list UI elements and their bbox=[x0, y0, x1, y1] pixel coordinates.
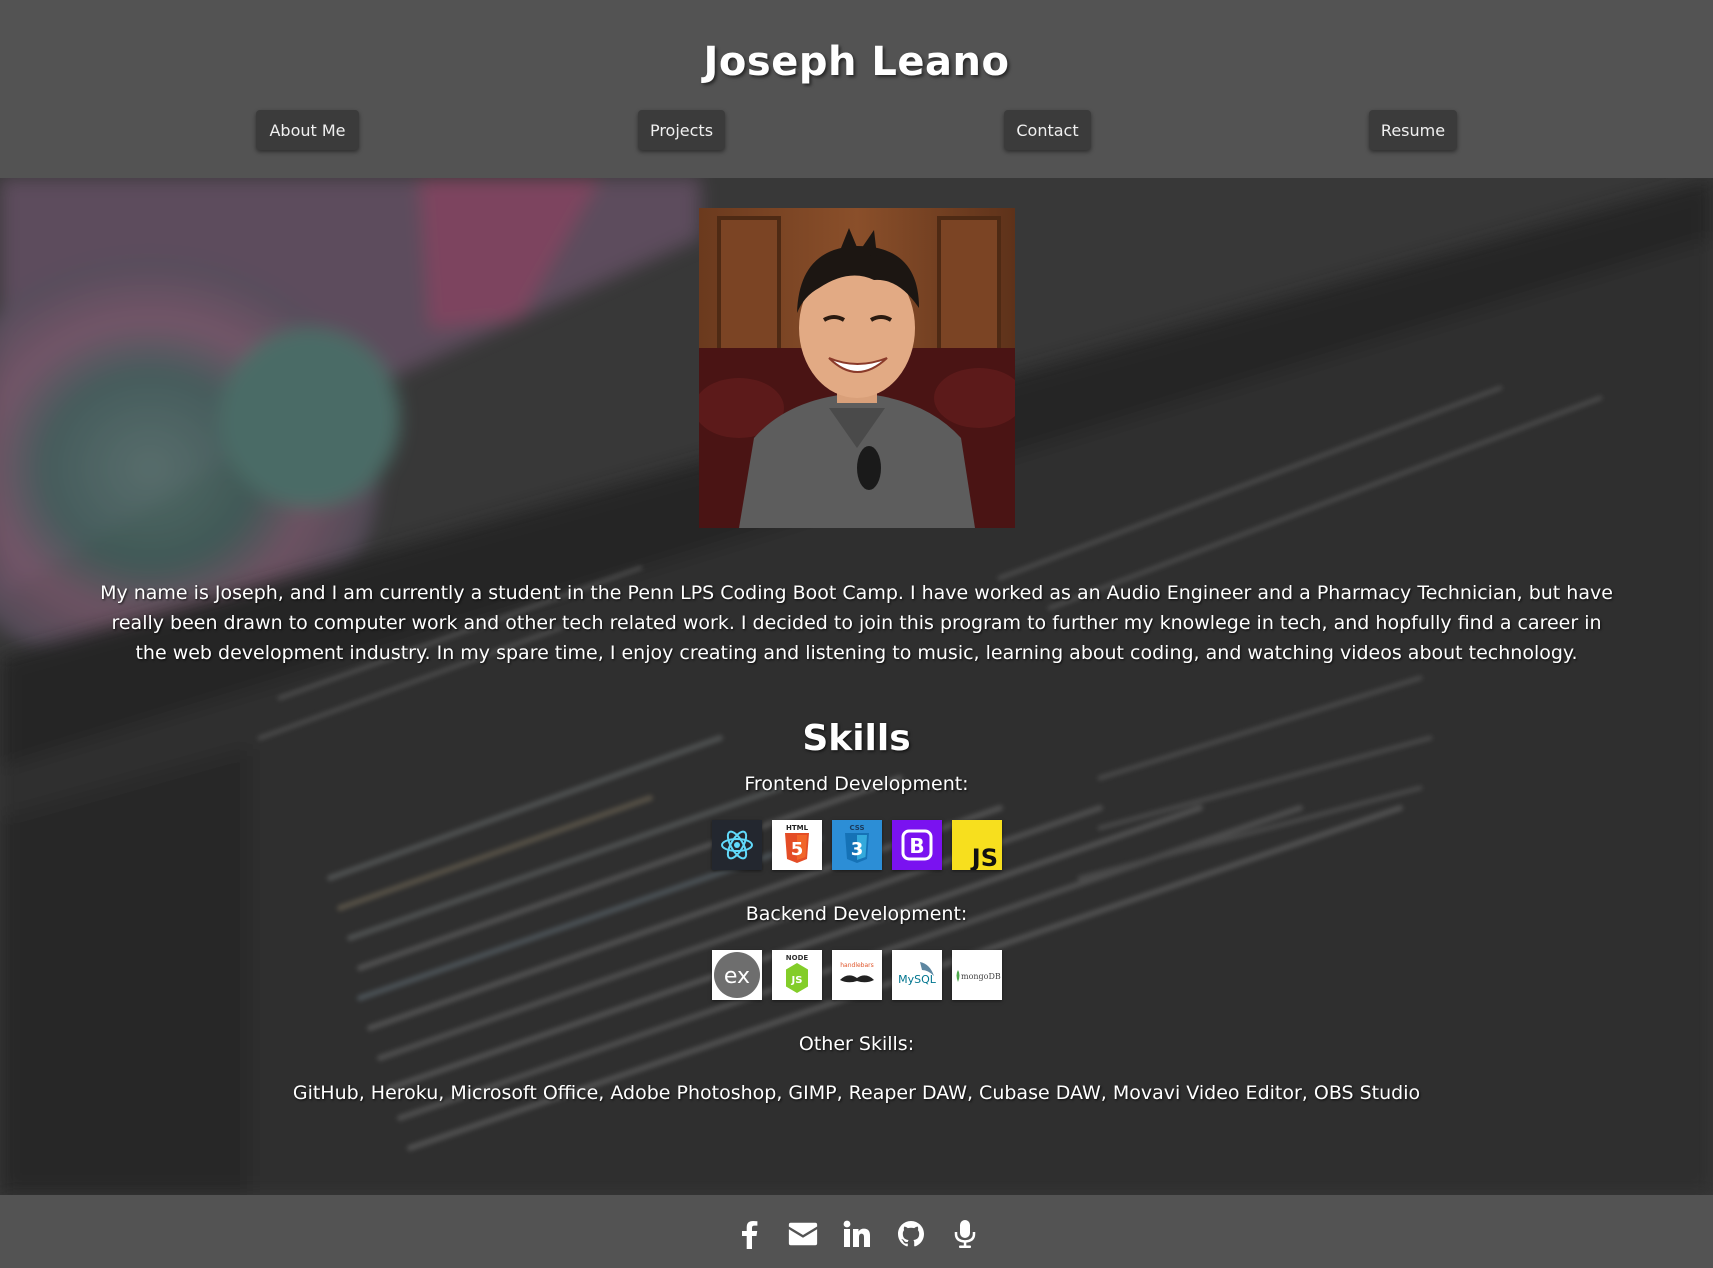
nav-projects-button[interactable]: Projects bbox=[638, 110, 725, 150]
frontend-label: Frontend Development: bbox=[744, 773, 969, 795]
javascript-icon: JS bbox=[951, 820, 1002, 870]
github-icon bbox=[897, 1220, 924, 1246]
svg-text:NODE: NODE bbox=[785, 954, 808, 962]
microphone-icon bbox=[954, 1219, 975, 1248]
express-icon: ex bbox=[711, 950, 762, 1000]
linkedin-link[interactable] bbox=[841, 1214, 873, 1250]
email-icon bbox=[788, 1222, 817, 1245]
other-skills-label: Other Skills: bbox=[798, 1033, 915, 1055]
facebook-icon bbox=[741, 1220, 757, 1249]
svg-text:handlebars: handlebars bbox=[840, 962, 874, 969]
mongodb-icon: mongoDB bbox=[951, 950, 1002, 1000]
site-title: Joseph Leano bbox=[703, 39, 1010, 85]
svg-text:B: B bbox=[909, 834, 924, 858]
mysql-icon: MySQL bbox=[891, 950, 942, 1000]
backend-icons: ex NODE JS handlebars MySQL mongoDB bbox=[0, 950, 1713, 1000]
svg-text:JS: JS bbox=[969, 844, 997, 870]
facebook-link[interactable] bbox=[733, 1214, 765, 1250]
email-link[interactable] bbox=[787, 1214, 819, 1250]
site-header: Joseph Leano About Me Projects Contact R… bbox=[0, 0, 1713, 178]
svg-text:MySQL: MySQL bbox=[898, 973, 937, 986]
nodejs-icon: NODE JS bbox=[771, 950, 822, 1000]
nav-about-me-button[interactable]: About Me bbox=[256, 110, 359, 150]
svg-text:CSS: CSS bbox=[849, 824, 864, 832]
site-footer bbox=[0, 1195, 1713, 1268]
skills-heading: Skills bbox=[802, 718, 911, 759]
podcast-link[interactable] bbox=[949, 1214, 981, 1250]
hero-section: My name is Joseph, and I am currently a … bbox=[0, 178, 1713, 1195]
react-icon bbox=[711, 820, 762, 870]
svg-text:HTML: HTML bbox=[785, 824, 808, 832]
handlebars-icon: handlebars bbox=[831, 950, 882, 1000]
html5-icon: HTML 5 bbox=[771, 820, 822, 870]
other-skills-list: GitHub, Heroku, Microsoft Office, Adobe … bbox=[292, 1082, 1421, 1104]
bootstrap-icon: B bbox=[891, 820, 942, 870]
github-link[interactable] bbox=[895, 1214, 927, 1250]
svg-text:5: 5 bbox=[790, 839, 803, 860]
nav-contact-button[interactable]: Contact bbox=[1004, 110, 1091, 150]
css3-icon: CSS 3 bbox=[831, 820, 882, 870]
linkedin-icon bbox=[843, 1220, 870, 1247]
svg-text:mongoDB: mongoDB bbox=[961, 972, 1001, 981]
backend-label: Backend Development: bbox=[745, 903, 968, 925]
bio-paragraph: My name is Joseph, and I am currently a … bbox=[100, 582, 1613, 664]
svg-text:ex: ex bbox=[723, 964, 749, 989]
svg-text:3: 3 bbox=[850, 839, 863, 860]
nav-resume-button[interactable]: Resume bbox=[1369, 110, 1457, 150]
profile-photo bbox=[699, 208, 1015, 528]
svg-text:JS: JS bbox=[790, 975, 802, 986]
frontend-icons: HTML 5 CSS 3 B JS bbox=[0, 820, 1713, 870]
